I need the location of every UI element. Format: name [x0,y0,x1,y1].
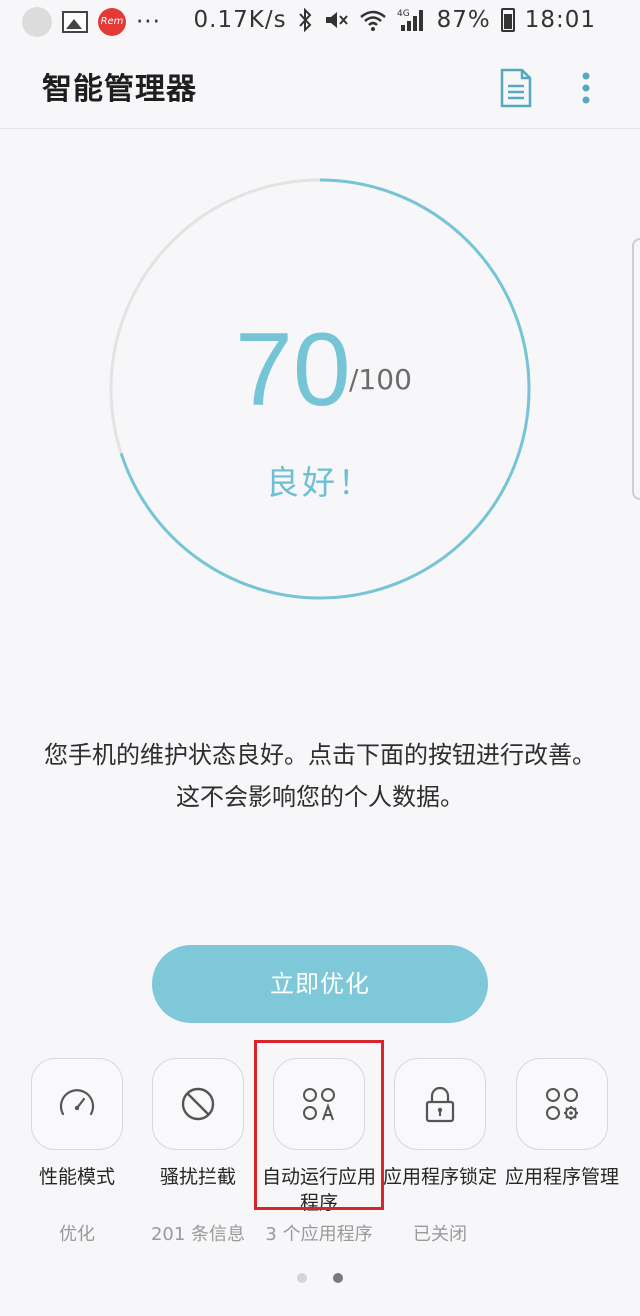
app-icon [22,7,52,37]
score-status: 良好！ [266,463,374,502]
feature-status: 已关闭 [413,1224,467,1245]
highlight-box [254,1040,384,1210]
feature-status: 3 个应用程序 [265,1224,373,1245]
page-indicator [297,1273,343,1283]
status-bar-notifications: Rem ··· [22,7,161,37]
feature-tile[interactable] [516,1058,608,1150]
feature-status: 201 条信息 [150,1224,246,1245]
status-bar-system: 0.17K/s 4G 87% 18:01 [194,7,596,33]
app-bar: 智能管理器 [0,46,640,129]
score-value: 70 [235,312,351,428]
status-description: 您手机的维护状态良好。点击下面的按钮进行改善。这不会影响您的个人数据。 [44,741,596,811]
score-gauge: 70 /100 良好！ [109,178,531,600]
gallery-icon [62,11,88,33]
red-app-icon: Rem [98,8,126,36]
feature-label: 应用程序管理 [504,1166,619,1188]
more-notifications: ··· [136,9,161,35]
speedometer-icon [59,1089,95,1116]
page-dot-2[interactable] [333,1273,343,1283]
page-dot-1[interactable] [297,1273,307,1283]
svg-text:4G: 4G [397,9,410,19]
edge-panel-handle[interactable] [632,238,640,500]
network-speed: 0.17K/s [193,7,287,33]
signal-icon: 4G [397,9,423,31]
bluetooth-icon [298,7,311,33]
lock-icon [425,1086,455,1123]
feature-spam-blocking[interactable]: 骚扰拦截 201 条信息 [138,1058,258,1246]
optimize-now-button[interactable]: 立即优化 [152,945,488,1023]
page-title: 智能管理器 [42,72,197,107]
feature-app-management[interactable]: 应用程序管理 [502,1058,622,1220]
feature-tile[interactable] [394,1058,486,1150]
battery-icon [500,8,515,32]
mute-icon [325,12,348,28]
battery-percent: 87% [436,7,491,33]
feature-performance-mode[interactable]: 性能模式 优化 [17,1058,137,1246]
report-icon[interactable] [499,68,533,108]
feature-tile[interactable] [31,1058,123,1150]
status-bar: Rem ··· 0.17K/s 4G 87% 18:01 [0,0,640,46]
feature-label: 性能模式 [38,1166,115,1188]
wifi-icon [359,10,386,31]
clock: 18:01 [524,7,596,33]
app-settings-icon [546,1088,578,1120]
more-options-icon[interactable] [576,68,596,108]
red-app-icon-label: Rem [100,16,124,27]
block-icon [181,1087,215,1121]
feature-label: 应用程序锁定 [382,1166,497,1188]
feature-label: 骚扰拦截 [159,1166,236,1188]
feature-status: 优化 [59,1224,95,1245]
feature-app-lock[interactable]: 应用程序锁定 已关闭 [380,1058,500,1246]
score-max: /100 [349,363,412,396]
feature-tile[interactable] [152,1058,244,1150]
